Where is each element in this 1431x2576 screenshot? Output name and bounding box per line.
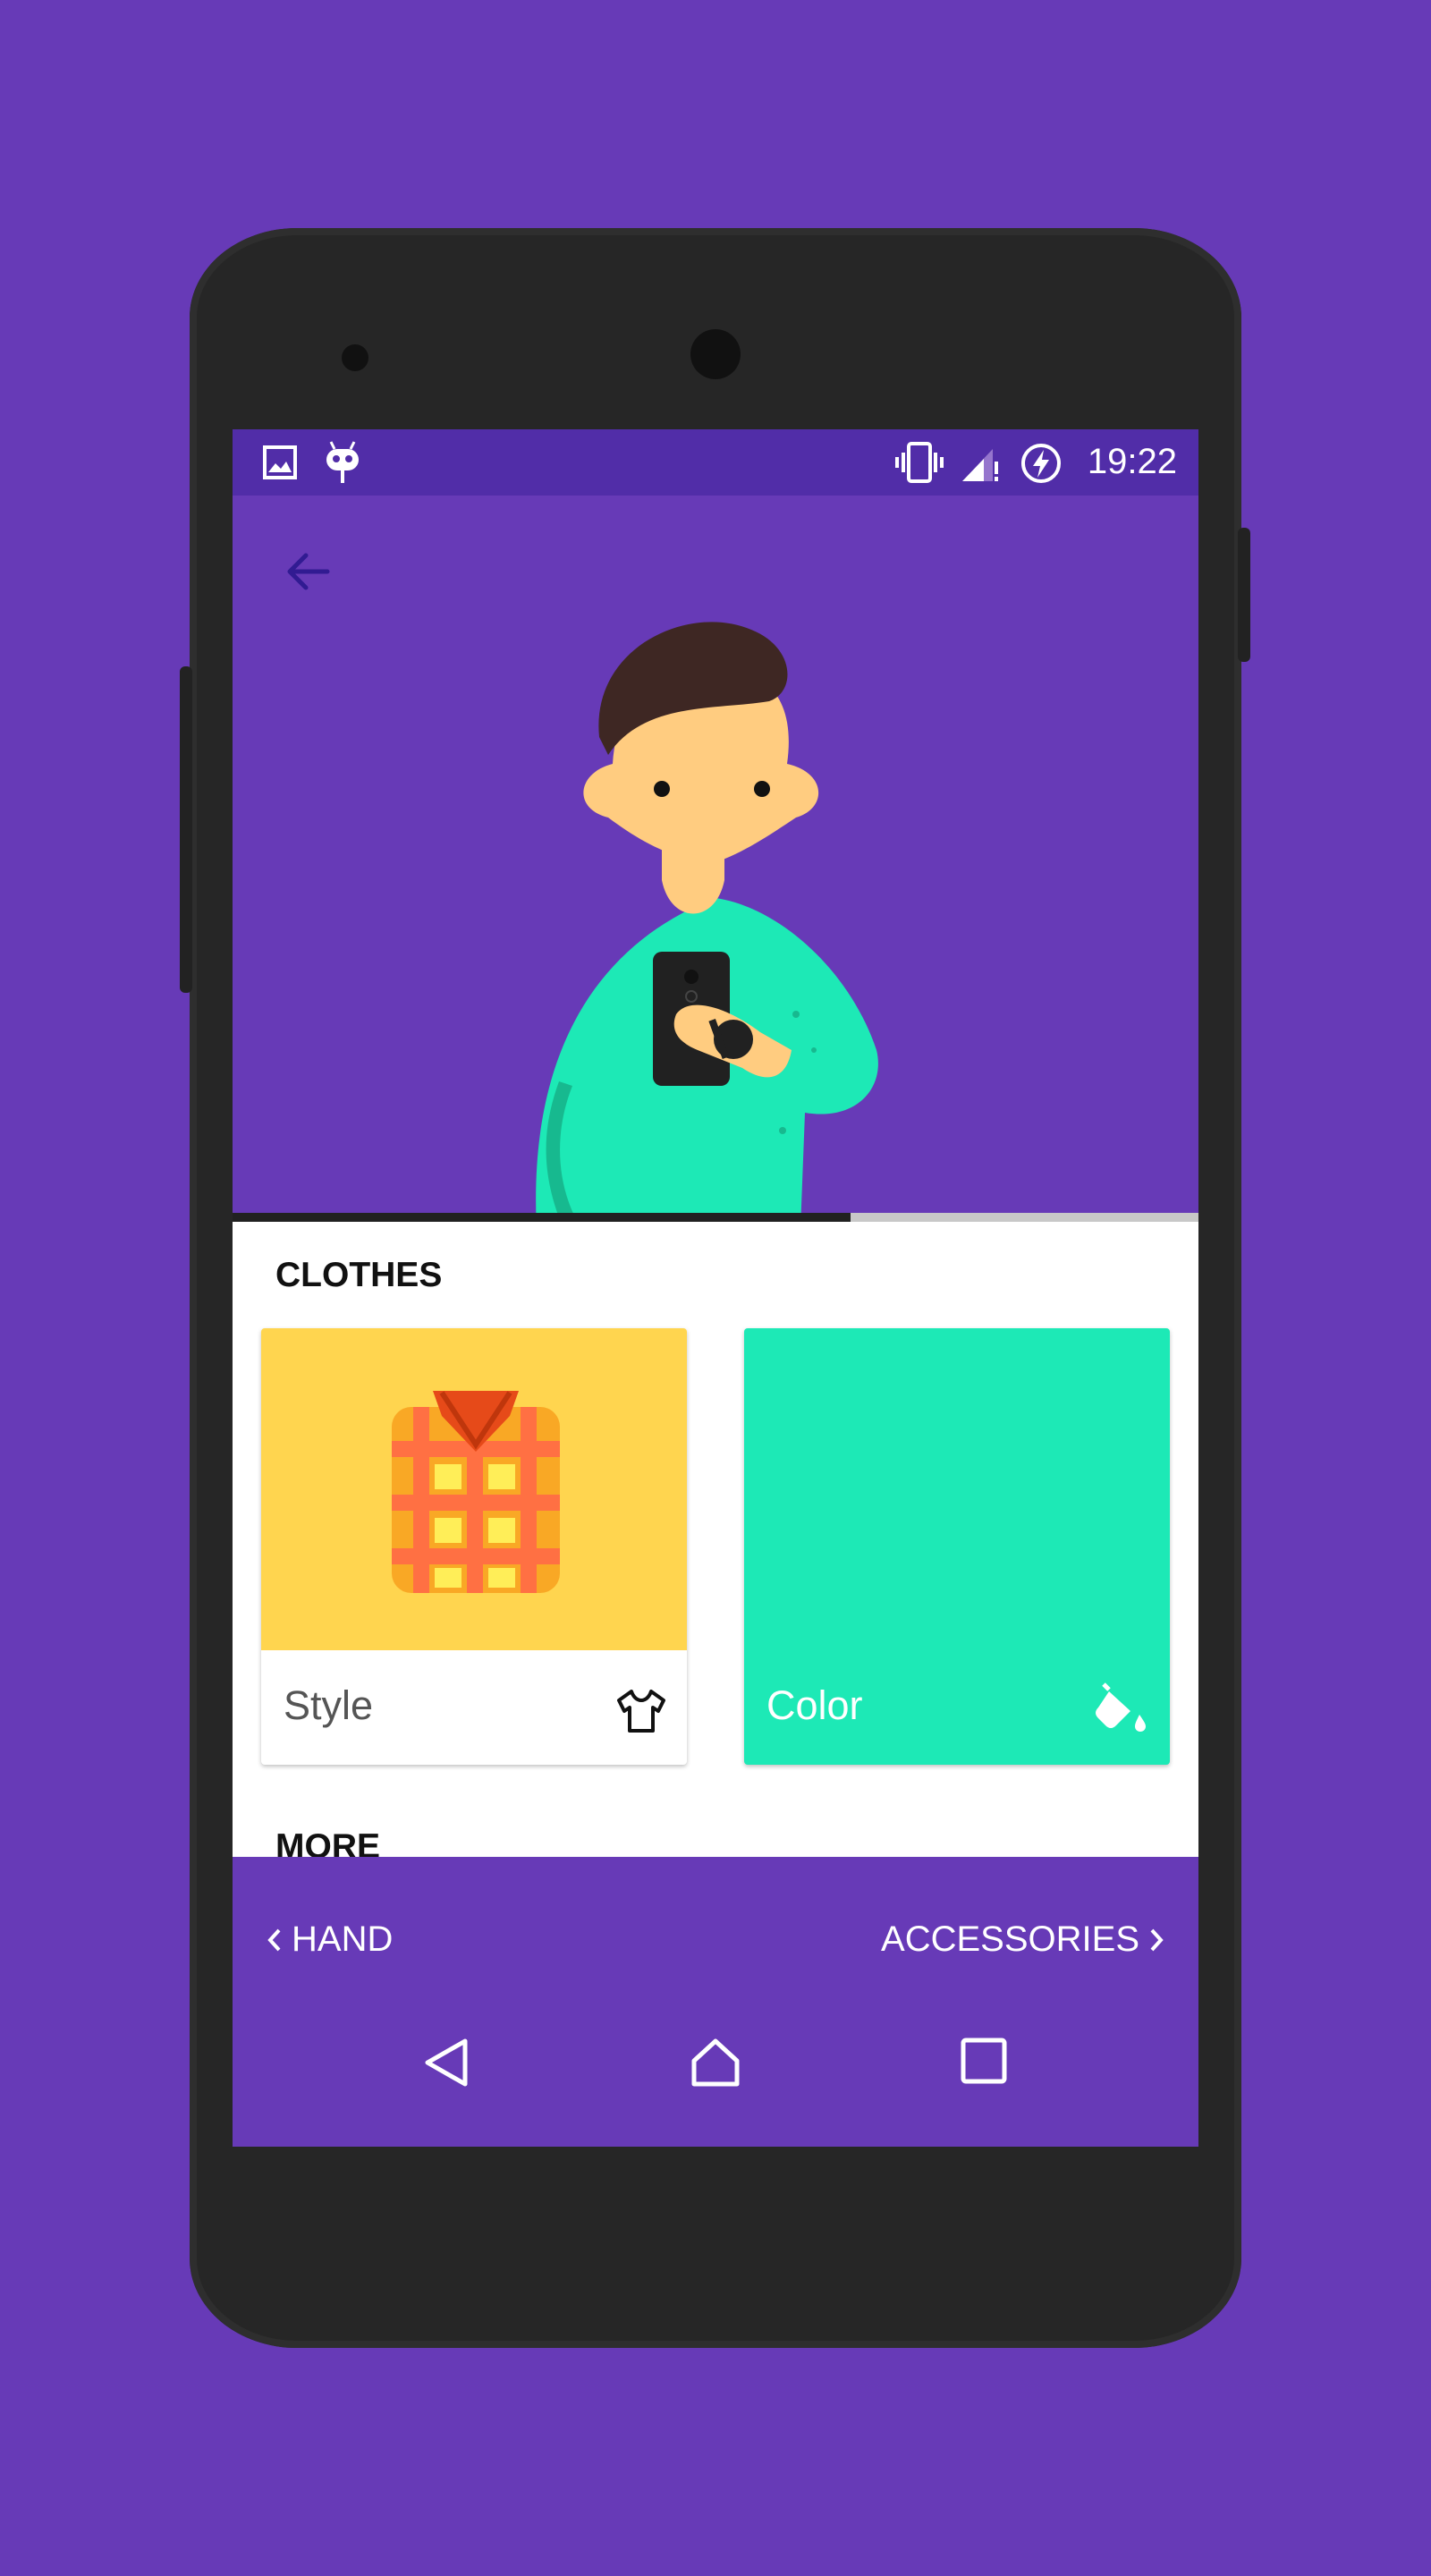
- recents-square-icon[interactable]: [959, 2036, 1009, 2086]
- section-title-clothes: CLOTHES: [275, 1256, 443, 1294]
- bottom-navigation: HAND ACCESSORIES: [233, 1857, 1198, 2147]
- sensor-dot: [342, 344, 368, 371]
- arrow-back-icon[interactable]: [277, 540, 340, 603]
- home-icon[interactable]: [689, 2036, 742, 2089]
- battery-charging-icon: [1021, 444, 1061, 483]
- tshirt-icon: [617, 1690, 665, 1733]
- back-triangle-icon[interactable]: [420, 2036, 474, 2089]
- front-camera: [690, 329, 741, 379]
- vibrate-icon: [895, 442, 944, 483]
- style-card[interactable]: Style: [261, 1328, 687, 1765]
- chevron-left-icon: [267, 1928, 281, 1951]
- style-card-image: [261, 1328, 687, 1650]
- prev-step-label: HAND: [292, 1919, 394, 1959]
- color-card-label: Color: [766, 1682, 863, 1728]
- paint-bucket-icon: [1096, 1682, 1146, 1732]
- android-bot-icon: [326, 441, 359, 483]
- chevron-right-icon: [1150, 1928, 1164, 1951]
- screen: 19:22 CLOTHES Style Color MORE HAND ACCE…: [233, 429, 1198, 2147]
- clock: 19:22: [1087, 442, 1177, 481]
- image-icon: [263, 445, 297, 479]
- plaid-shirt-illustration: [392, 1391, 560, 1593]
- person-wearing-smartwatch-illustration: [536, 622, 878, 1220]
- step-progress-fill: [233, 1213, 851, 1222]
- next-step-button[interactable]: ACCESSORIES: [881, 1919, 1166, 1960]
- status-bar: 19:22: [233, 429, 1198, 496]
- volume-button: [180, 666, 192, 993]
- next-step-label: ACCESSORIES: [881, 1919, 1139, 1959]
- prev-step-button[interactable]: HAND: [265, 1919, 393, 1960]
- signal-icon: [962, 449, 998, 481]
- hero-illustration-area: [233, 496, 1198, 1220]
- step-progress-bar: [233, 1213, 1198, 1222]
- power-button: [1238, 528, 1250, 662]
- color-card[interactable]: Color: [744, 1328, 1170, 1765]
- style-card-label: Style: [284, 1682, 374, 1728]
